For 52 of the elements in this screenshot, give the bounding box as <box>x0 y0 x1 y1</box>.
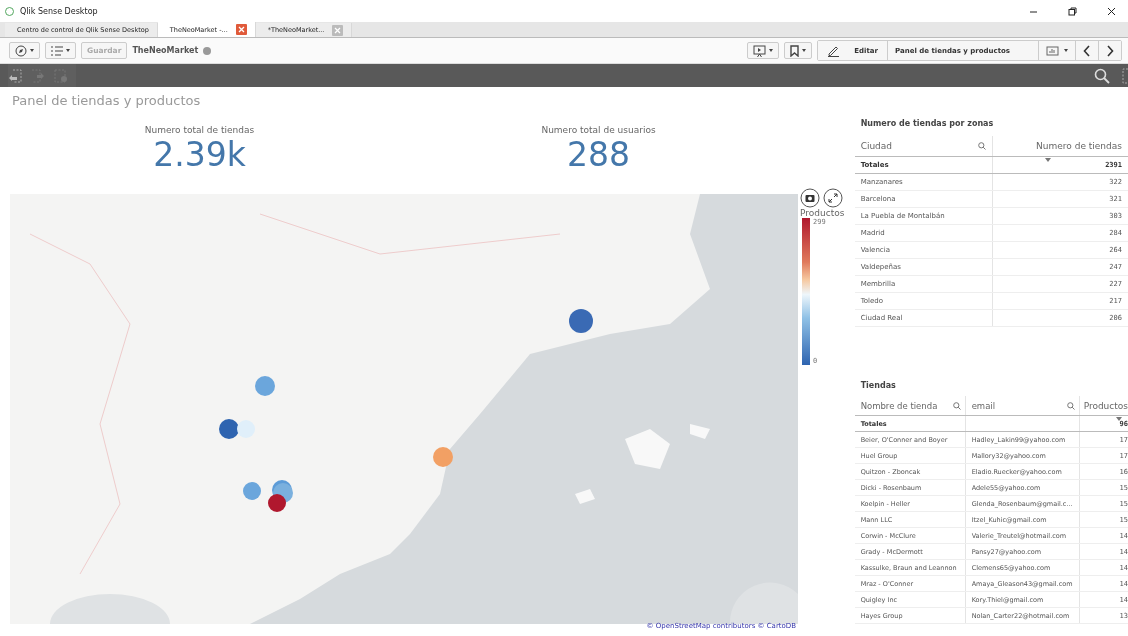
search-icon[interactable] <box>977 142 986 150</box>
window-title: Qlik Sense Desktop <box>20 6 98 16</box>
camera-icon[interactable] <box>800 188 820 208</box>
sort-descending-icon[interactable] <box>1044 158 1051 162</box>
column-header[interactable]: email <box>965 396 1080 415</box>
restore-icon[interactable] <box>1068 6 1077 16</box>
bookmark-button[interactable] <box>784 42 813 59</box>
navigation-menu-button[interactable] <box>9 42 40 59</box>
app-name: TheNeoMarket <box>132 46 199 55</box>
bookmark-icon <box>790 44 800 57</box>
kpi-label: Numero total de tiendas <box>144 125 255 135</box>
map-marker[interactable] <box>243 482 261 500</box>
list-menu-button[interactable] <box>45 42 76 59</box>
map-marker[interactable] <box>433 447 453 467</box>
column-header[interactable]: Nombre de tienda <box>854 396 966 415</box>
previous-sheet-button[interactable] <box>1076 41 1099 60</box>
column-header[interactable]: Numero de tiendas <box>992 136 1128 156</box>
kpi-value: 288 <box>567 135 630 175</box>
next-sheet-button[interactable] <box>1099 41 1121 60</box>
pencil-icon <box>827 44 841 57</box>
legend-title: Productos <box>800 208 845 218</box>
map-marker[interactable] <box>268 494 286 512</box>
caret-icon <box>66 49 70 52</box>
expand-icon[interactable] <box>823 188 843 208</box>
column-header[interactable]: Productos <box>1079 396 1128 415</box>
kpi-value: 2.39k <box>153 135 246 175</box>
presentation-icon <box>753 44 767 57</box>
sheet-title: Panel de tiendas y productos <box>11 92 202 110</box>
close-icon[interactable] <box>1107 6 1116 16</box>
sort-descending-icon[interactable] <box>1116 417 1122 421</box>
chevron-right-icon <box>1106 44 1114 57</box>
caret-icon <box>769 49 774 52</box>
kpi-label: Numero total de usuarios <box>541 125 656 135</box>
search-icon[interactable] <box>952 401 961 410</box>
caret-icon <box>802 49 807 52</box>
column-header[interactable]: Ciudad <box>854 136 993 156</box>
compass-icon <box>15 44 27 57</box>
chevron-left-icon <box>1083 44 1091 57</box>
table-title: Numero de tiendas por zonas <box>859 118 995 130</box>
chart-icon <box>1046 45 1060 56</box>
search-icon[interactable] <box>1094 67 1110 84</box>
search-icon[interactable] <box>1066 401 1075 410</box>
map-marker[interactable] <box>237 420 255 438</box>
list-icon <box>51 45 63 56</box>
map-marker[interactable] <box>569 309 593 333</box>
table-title: Tiendas <box>859 380 897 392</box>
caret-icon <box>1064 49 1068 52</box>
step-back-icon[interactable] <box>8 68 22 83</box>
caret-icon <box>30 49 34 52</box>
map-marker[interactable] <box>255 376 275 396</box>
presentation-button[interactable] <box>747 42 780 59</box>
map-marker[interactable] <box>219 419 239 439</box>
